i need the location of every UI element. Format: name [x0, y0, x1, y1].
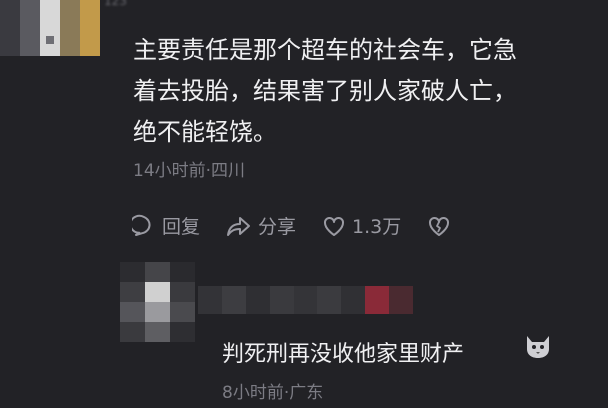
- comment-meta: 14小时前·四川: [133, 161, 246, 181]
- username[interactable]: 123: [104, 0, 194, 8]
- avatar[interactable]: [0, 0, 100, 56]
- reply-text: 判死刑再没收他家里财产: [222, 342, 465, 367]
- like-count: 1.3万: [352, 216, 402, 238]
- share-label: 分享: [258, 216, 297, 238]
- reply-meta: 8小时前·广东: [222, 383, 324, 403]
- like-button[interactable]: 1.3万: [322, 212, 401, 239]
- action-bar: 回复 分享 1.3万: [132, 212, 483, 239]
- reply-username[interactable]: [198, 286, 414, 314]
- share-arrow-icon: [227, 216, 251, 236]
- broken-heart-icon: [429, 216, 450, 236]
- reply-avatar[interactable]: [120, 262, 195, 342]
- comment-text: 主要责任是那个超车的社会车，它急 着去投胎，结果害了别人家破人亡， 绝不能轻饶。: [133, 30, 598, 153]
- heart-icon: [324, 216, 345, 236]
- comment-text-line: 主要责任是那个超车的社会车，它急: [133, 36, 517, 64]
- comment-bubble-icon: [132, 214, 151, 236]
- reply-button[interactable]: 回复: [132, 212, 200, 239]
- share-button[interactable]: 分享: [226, 212, 296, 239]
- dislike-button[interactable]: [427, 215, 457, 237]
- cat-face-icon: [524, 333, 552, 363]
- comment-text-line: 着去投胎，结果害了别人家破人亡，: [133, 77, 517, 105]
- comment-text-line: 绝不能轻饶。: [133, 118, 277, 146]
- reply-label: 回复: [162, 216, 201, 238]
